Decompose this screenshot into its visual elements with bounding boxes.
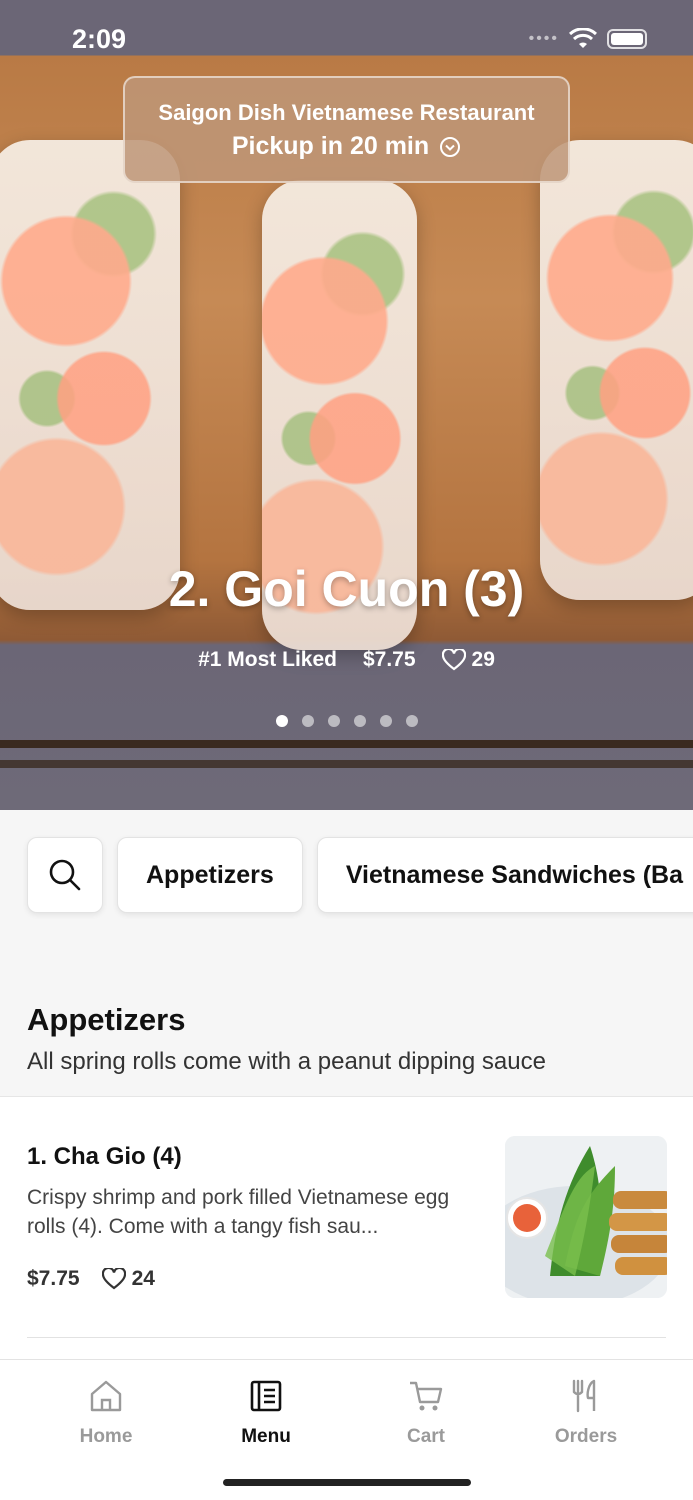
hero-item-price: $7.75 [362, 648, 416, 671]
menu-item-likes[interactable]: 24 [101, 1267, 155, 1291]
hero-photo-chopstick [0, 740, 693, 748]
category-chip-row[interactable]: Appetizers Vietnamese Sandwiches (Ba [27, 837, 693, 913]
carousel-dot[interactable] [275, 715, 288, 727]
menu-item-meta: $7.75 24 [27, 1267, 155, 1291]
hero-item-title[interactable]: 2. Goi Cuon (3) [0, 560, 693, 618]
signal-icon: •••• [528, 30, 559, 47]
hero-photo-roll-left [0, 140, 180, 610]
restaurant-name: Saigon Dish Vietnamese Restaurant [158, 100, 535, 125]
menu-item-card[interactable]: 1. Cha Gio (4) Crispy shrimp and pork fi… [0, 1096, 693, 1366]
menu-item-likes-count: 24 [131, 1267, 155, 1290]
carousel-dot[interactable] [327, 715, 340, 727]
hero-item-likes[interactable]: 29 [441, 648, 495, 672]
heart-icon [441, 649, 466, 671]
orders-icon [572, 1379, 596, 1413]
home-indicator[interactable] [223, 1479, 471, 1486]
chevron-down-circle-icon [440, 136, 461, 157]
hero-item-meta: #1 Most Liked $7.75 29 [0, 648, 693, 672]
tab-cart[interactable]: Cart [366, 1376, 486, 1448]
cart-icon [410, 1381, 443, 1411]
carousel-dot[interactable] [379, 715, 392, 727]
tab-home[interactable]: Home [46, 1376, 166, 1448]
menu-item-name: 1. Cha Gio (4) [27, 1143, 182, 1170]
pickup-time-label: Pickup in 20 min [231, 132, 430, 160]
search-button[interactable] [27, 837, 103, 913]
wifi-icon [569, 28, 597, 48]
status-time: 2:09 [72, 24, 127, 54]
home-icon [90, 1380, 122, 1412]
most-liked-badge: #1 Most Liked [198, 648, 337, 671]
menu-item-price: $7.75 [27, 1267, 80, 1290]
tab-home-label: Home [79, 1426, 133, 1447]
tab-orders[interactable]: Orders [526, 1376, 646, 1448]
carousel-dot[interactable] [353, 715, 366, 727]
menu-icon [250, 1380, 282, 1412]
search-icon [49, 859, 81, 891]
category-chip-appetizers[interactable]: Appetizers [117, 837, 303, 913]
category-chip-vietnamese-sandwiches[interactable]: Vietnamese Sandwiches (Ba [316, 837, 693, 913]
hero-likes-count: 29 [471, 648, 495, 671]
tab-orders-label: Orders [554, 1426, 618, 1447]
section-title: Appetizers [27, 1002, 186, 1037]
status-icons: •••• [529, 28, 647, 50]
battery-icon [607, 29, 647, 49]
carousel-dot[interactable] [405, 715, 418, 727]
hero-photo-roll-right [540, 140, 693, 600]
tab-menu-label: Menu [241, 1426, 291, 1447]
pickup-info-pill[interactable]: Saigon Dish Vietnamese Restaurant Pickup… [123, 76, 570, 183]
tab-menu[interactable]: Menu [206, 1376, 326, 1448]
heart-icon [101, 1268, 126, 1290]
hero-carousel[interactable]: 2:09 •••• Saigon Dish Vietnamese Restaur… [0, 0, 693, 810]
tab-cart-label: Cart [406, 1426, 445, 1447]
carousel-dot[interactable] [301, 715, 314, 727]
egg-roll-photo [505, 1136, 667, 1298]
section-subtitle: All spring rolls come with a peanut dipp… [27, 1048, 546, 1075]
menu-item-description: Crispy shrimp and pork filled Vietnamese… [27, 1186, 450, 1238]
hero-photo-chopstick [0, 760, 693, 768]
menu-item-image[interactable] [505, 1136, 667, 1298]
carousel-pagination[interactable] [0, 715, 693, 727]
status-bar: 2:09 •••• [0, 0, 693, 80]
pickup-time[interactable]: Pickup in 20 min [125, 132, 568, 161]
item-divider [27, 1337, 666, 1338]
